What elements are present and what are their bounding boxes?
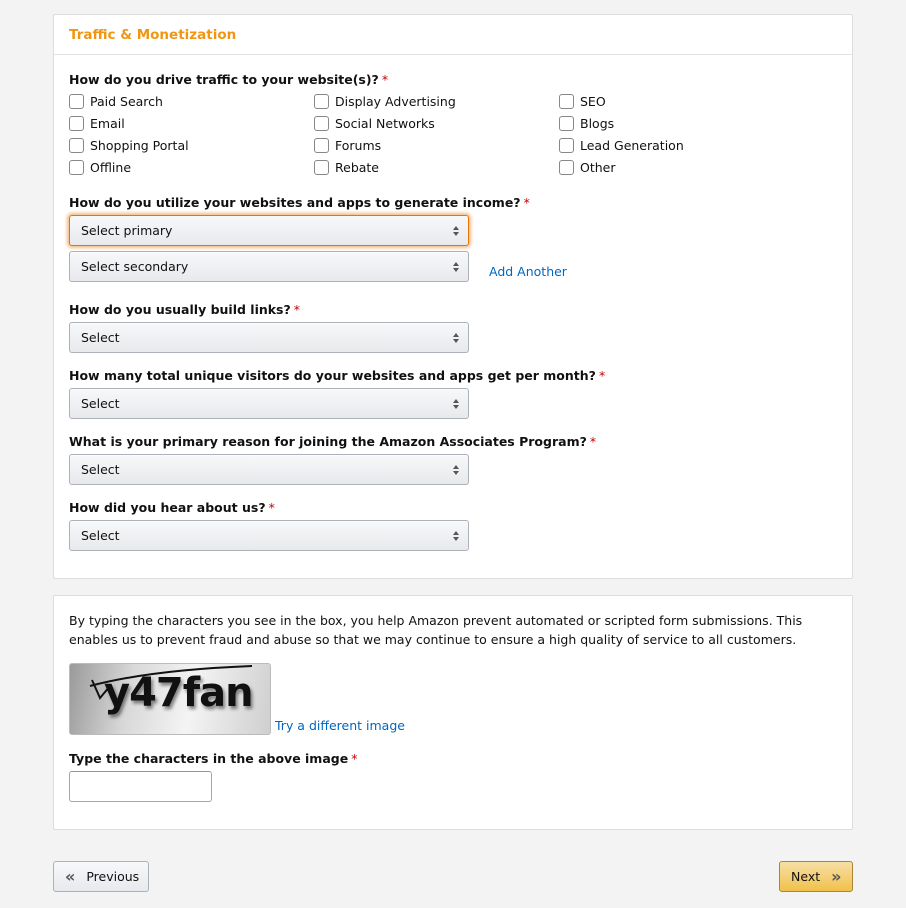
checkbox-other[interactable]: Other [559,156,684,178]
checkbox[interactable] [559,137,574,153]
checkbox-seo[interactable]: SEO [559,90,684,112]
double-chevron-right-icon: » [831,866,842,886]
captcha-input-label: Type the characters in the above image * [69,751,357,766]
captcha-text: y47fan [104,670,254,716]
select-value: Select secondary [81,259,189,274]
links-select[interactable]: Select [69,322,469,353]
checkbox[interactable] [69,93,84,109]
income-question: How do you utilize your websites and app… [69,195,530,210]
traffic-column-2: Display Advertising Social Networks Foru… [314,90,456,178]
next-button-label: Next [791,869,821,884]
checkbox-label: Blogs [580,115,615,131]
checkbox[interactable] [69,137,84,153]
checkbox-lead-generation[interactable]: Lead Generation [559,134,684,156]
checkbox-forums[interactable]: Forums [314,134,456,156]
checkbox-paid-search[interactable]: Paid Search [69,90,189,112]
checkbox-label: Lead Generation [580,137,684,153]
checkbox-label: Display Advertising [335,93,456,109]
card-header: Traffic & Monetization [54,15,852,55]
select-value: Select [81,528,120,543]
select-value: Select primary [81,223,173,238]
checkbox[interactable] [314,115,329,131]
hear-question-text: How did you hear about us? [69,500,266,515]
required-marker: * [523,195,530,210]
reason-select[interactable]: Select [69,454,469,485]
select-value: Select [81,330,120,345]
checkbox-label: Social Networks [335,115,435,131]
checkbox-label: Shopping Portal [90,137,189,153]
checkbox-email[interactable]: Email [69,112,189,134]
checkbox-display-advertising[interactable]: Display Advertising [314,90,456,112]
checkbox[interactable] [559,93,574,109]
select-value: Select [81,462,120,477]
checkbox-label: Paid Search [90,93,163,109]
checkbox[interactable] [559,159,574,175]
checkbox-social-networks[interactable]: Social Networks [314,112,456,134]
required-marker: * [293,302,301,317]
links-question-text: How do you usually build links? [69,302,291,317]
checkbox-shopping-portal[interactable]: Shopping Portal [69,134,189,156]
up-down-arrow-icon [453,225,459,237]
checkbox[interactable] [314,93,329,109]
traffic-question: How do you drive traffic to your website… [69,72,388,87]
required-marker: * [598,368,606,383]
up-down-arrow-icon [453,261,459,273]
captcha-description: By typing the characters you see in the … [69,613,803,647]
reason-question-text: What is your primary reason for joining … [69,434,587,449]
captcha-input[interactable] [69,771,212,802]
checkbox-rebate[interactable]: Rebate [314,156,456,178]
required-marker: * [268,500,275,515]
try-different-image-link[interactable]: Try a different image [275,718,405,733]
checkbox[interactable] [314,137,329,153]
checkbox-offline[interactable]: Offline [69,156,189,178]
visitors-question: How many total unique visitors do your w… [69,368,605,383]
double-chevron-left-icon: « [65,866,76,886]
links-question: How do you usually build links? * [69,302,300,317]
income-secondary-select[interactable]: Select secondary [69,251,469,282]
traffic-question-text: How do you drive traffic to your website… [69,72,379,87]
captcha-input-label-text: Type the characters in the above image [69,751,349,766]
visitors-question-text: How many total unique visitors do your w… [69,368,596,383]
income-question-text: How do you utilize your websites and app… [69,195,521,210]
hear-question: How did you hear about us? * [69,500,275,515]
required-marker: * [381,72,389,87]
hear-select[interactable]: Select [69,520,469,551]
section-title: Traffic & Monetization [69,27,237,43]
checkbox-label: Forums [335,137,382,153]
checkbox[interactable] [69,159,84,175]
traffic-monetization-card: Traffic & Monetization How do you drive … [53,14,853,579]
captcha-card: By typing the characters you see in the … [53,595,853,830]
checkbox[interactable] [559,115,574,131]
visitors-select[interactable]: Select [69,388,469,419]
captcha-image: y47fan [69,663,271,735]
up-down-arrow-icon [453,398,459,410]
checkbox-blogs[interactable]: Blogs [559,112,684,134]
required-marker: * [351,751,358,766]
previous-button[interactable]: « Previous [53,861,149,892]
checkbox[interactable] [314,159,329,175]
checkbox[interactable] [69,115,84,131]
up-down-arrow-icon [453,332,459,344]
checkbox-label: Other [580,159,616,175]
checkbox-label: Email [90,115,125,131]
traffic-column-1: Paid Search Email Shopping Portal Offlin… [69,90,189,178]
traffic-column-3: SEO Blogs Lead Generation Other [559,90,684,178]
required-marker: * [589,434,597,449]
reason-question: What is your primary reason for joining … [69,434,596,449]
up-down-arrow-icon [453,464,459,476]
add-another-link[interactable]: Add Another [489,264,567,279]
previous-button-label: Previous [86,869,140,884]
checkbox-label: Rebate [335,159,380,175]
up-down-arrow-icon [453,530,459,542]
checkbox-label: Offline [90,159,132,175]
select-value: Select [81,396,120,411]
income-primary-select[interactable]: Select primary [69,215,469,246]
checkbox-label: SEO [580,93,606,109]
next-button[interactable]: Next » [779,861,853,892]
